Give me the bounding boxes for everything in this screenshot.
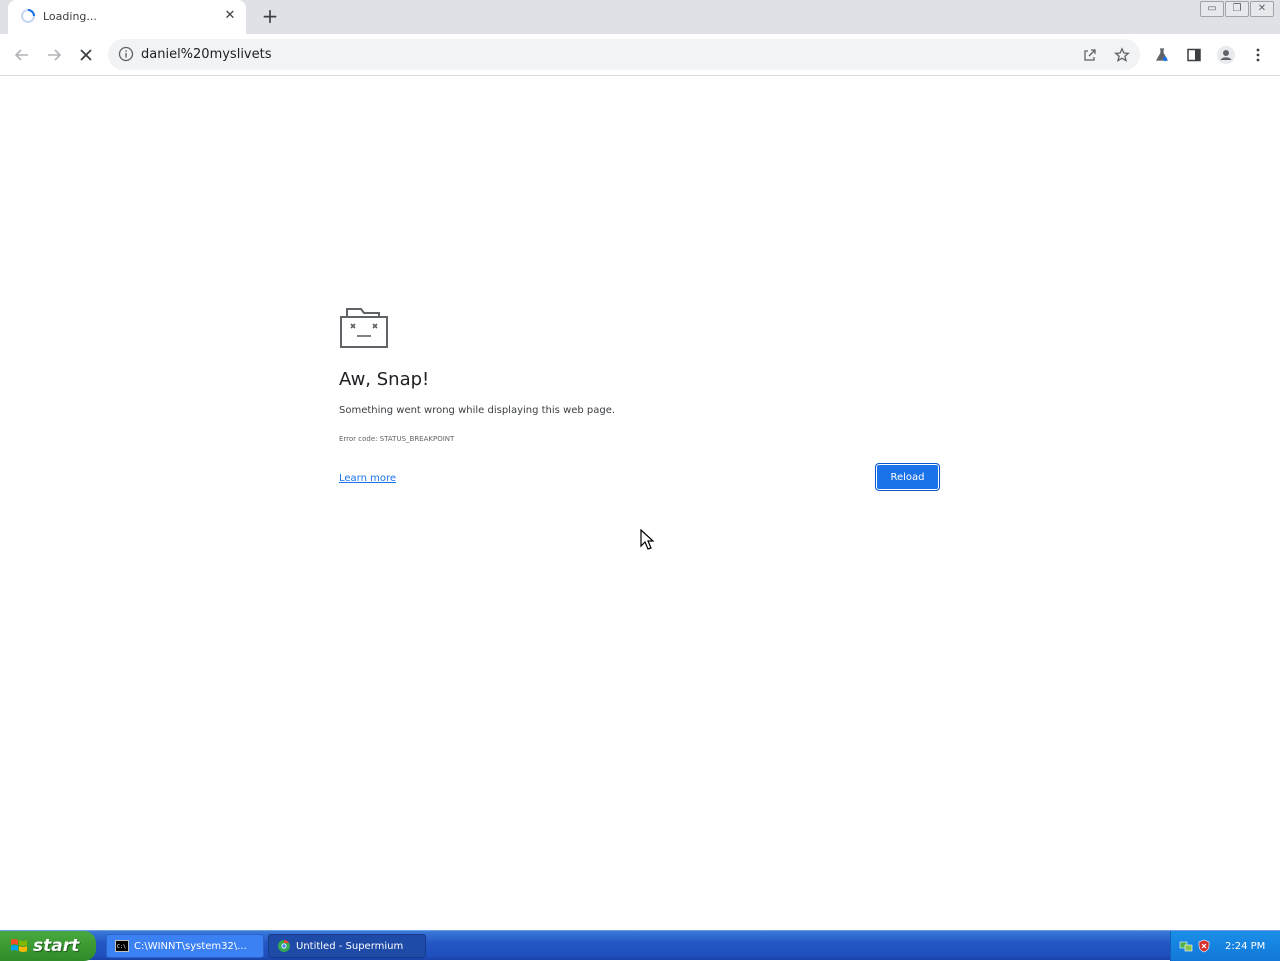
arrow-right-icon	[48, 49, 62, 61]
error-message: Something went wrong while displaying th…	[339, 405, 616, 416]
side-panel-icon[interactable]	[1184, 45, 1204, 65]
learn-more-link[interactable]: Learn more	[339, 473, 396, 484]
svg-text:C:\: C:\	[117, 944, 126, 950]
bookmark-star-icon[interactable]	[1113, 46, 1131, 64]
windows-flag-icon	[11, 939, 27, 952]
back-button[interactable]	[10, 43, 34, 67]
error-heading: Aw, Snap!	[339, 369, 430, 390]
taskbar-item-label: Untitled - Supermium	[296, 940, 404, 952]
tab-active[interactable]: Loading... ✕	[8, 0, 246, 34]
system-tray: 2:24 PM	[1170, 931, 1280, 961]
menu-kebab-icon[interactable]	[1248, 45, 1268, 65]
security-shield-icon[interactable]	[1197, 939, 1211, 953]
tab-close-icon[interactable]: ✕	[222, 8, 238, 24]
taskbar-item-cmd[interactable]: C:\ C:\WINNT\system32\...	[106, 934, 264, 958]
stop-button[interactable]	[74, 43, 98, 67]
minimize-button[interactable]: ▭	[1200, 1, 1224, 17]
reload-button[interactable]: Reload	[875, 463, 940, 491]
cmd-icon: C:\	[115, 940, 129, 952]
tab-title: Loading...	[43, 10, 97, 23]
address-bar[interactable]: daniel%20myslivets	[108, 39, 1140, 70]
window-controls: ▭ ❐ ✕	[1199, 1, 1274, 17]
error-code: Error code: STATUS_BREAKPOINT	[339, 435, 455, 443]
arrow-left-icon	[14, 49, 28, 61]
labs-beaker-icon[interactable]	[1152, 45, 1172, 65]
info-icon[interactable]	[118, 46, 134, 62]
taskbar: start C:\ C:\WINNT\system32\... Untitled…	[0, 930, 1280, 961]
network-icon[interactable]	[1179, 939, 1193, 953]
tab-strip: Loading... ✕ + ▭ ❐ ✕	[0, 0, 1280, 34]
close-window-button[interactable]: ✕	[1250, 1, 1274, 17]
taskbar-item-label: C:\WINNT\system32\...	[134, 940, 247, 952]
taskbar-item-browser[interactable]: Untitled - Supermium	[268, 934, 426, 958]
mouse-cursor-icon	[640, 529, 655, 550]
url-text[interactable]: daniel%20myslivets	[141, 47, 272, 62]
sad-folder-icon	[340, 308, 388, 348]
forward-button[interactable]	[42, 43, 66, 67]
start-label: start	[33, 936, 80, 956]
browser-icon	[278, 940, 290, 952]
browser-toolbar: daniel%20myslivets	[0, 34, 1280, 76]
share-icon[interactable]	[1081, 46, 1099, 64]
stop-x-icon	[80, 49, 92, 61]
start-button[interactable]: start	[0, 931, 96, 961]
new-tab-button[interactable]: +	[258, 5, 282, 29]
page-content: Aw, Snap! Something went wrong while dis…	[0, 77, 1280, 930]
profile-avatar-icon[interactable]	[1216, 45, 1236, 65]
restore-button[interactable]: ❐	[1225, 1, 1249, 17]
loading-spinner-icon	[21, 9, 35, 23]
clock: 2:24 PM	[1225, 940, 1266, 952]
